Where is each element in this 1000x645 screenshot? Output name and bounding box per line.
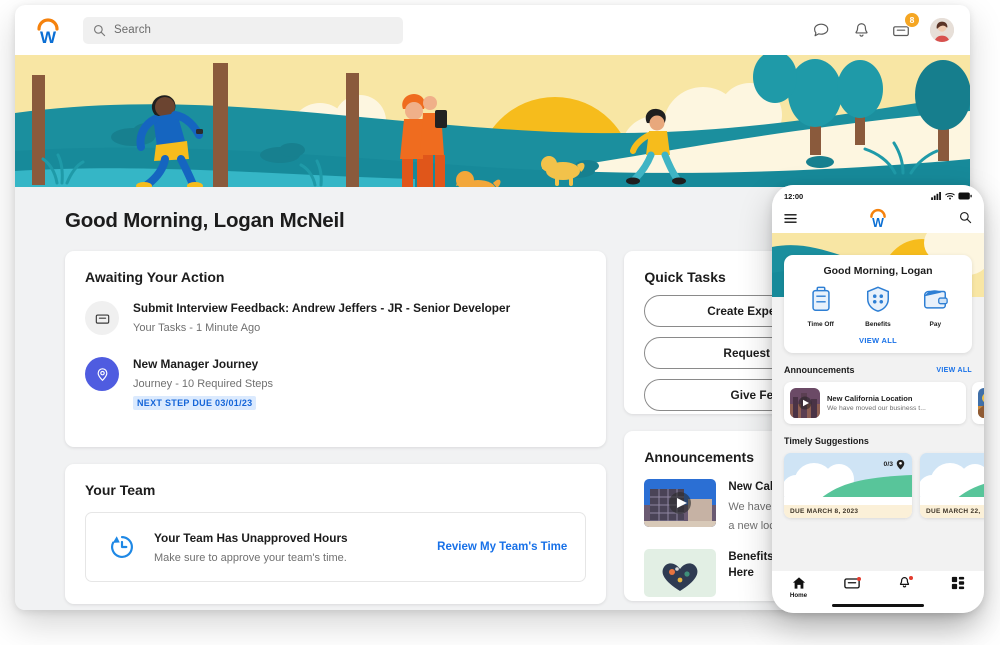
cellular-icon <box>931 192 941 200</box>
phone-announcements-header: Announcements VIEW ALL <box>784 365 972 375</box>
phone-tab-home[interactable]: Home <box>772 576 825 599</box>
suitcase-icon <box>811 286 830 311</box>
your-team-card: Your Team Your Team Has Unapproved Hours… <box>65 464 607 604</box>
phone-content: Good Morning, Logan Time Off Benefits Pa… <box>772 233 984 571</box>
suggestion-progress: 0/3 <box>884 459 905 470</box>
search-icon <box>93 24 106 36</box>
home-icon <box>792 577 805 589</box>
workday-w-logo[interactable]: W <box>29 13 67 47</box>
phone-greeting-card: Good Morning, Logan Time Off Benefits Pa… <box>784 255 972 353</box>
awaiting-your-action-card: Awaiting Your Action Submit Interview Fe… <box>65 251 607 447</box>
phone-announcements-title: Announcements <box>784 365 855 375</box>
clock-arrow-icon <box>104 529 140 565</box>
phone-tab-apps[interactable] <box>931 576 984 590</box>
phone-action-pay[interactable]: Pay <box>909 285 961 328</box>
awaiting-item-title: Submit Interview Feedback: Andrew Jeffer… <box>133 301 511 315</box>
suggestion-illustration: 0/3 <box>784 453 912 505</box>
phone-status-icons <box>931 192 972 200</box>
search-icon[interactable] <box>959 211 972 229</box>
top-bar: W Search 8 <box>15 5 970 55</box>
unapproved-hours-item[interactable]: Your Team Has Unapproved Hours Make sure… <box>85 512 587 582</box>
phone-status-bar: 12:00 <box>772 185 984 207</box>
svg-text:W: W <box>40 28 57 44</box>
phone-announcement-item[interactable] <box>972 382 984 424</box>
shield-icon <box>866 286 889 312</box>
city-video-thumb <box>790 388 820 418</box>
phone-announcements-view-all[interactable]: VIEW ALL <box>936 367 972 374</box>
battery-icon <box>958 192 972 200</box>
search-placeholder: Search <box>114 24 152 36</box>
suggestion-due-date: DUE MARCH 8, 2023 <box>784 505 912 518</box>
review-team-time-link[interactable]: Review My Team's Time <box>437 541 567 553</box>
phone-announcement-item[interactable]: New California Location We have moved ou… <box>784 382 966 424</box>
avatar[interactable] <box>930 18 954 42</box>
wifi-icon <box>945 192 955 200</box>
office-building-video-thumb <box>644 479 717 527</box>
suggestion-count: 0/3 <box>883 461 893 468</box>
hero-illustration <box>15 55 970 187</box>
awaiting-item-interview-feedback[interactable]: Submit Interview Feedback: Andrew Jeffer… <box>65 285 606 335</box>
phone-suggestions-list: 0/3 DUE MARCH 8, 2023 DUE MARCH 22, <box>784 453 984 518</box>
phone-tab-bar: Home <box>772 571 984 613</box>
heart-hands-thumb <box>644 548 717 597</box>
apps-grid-icon <box>951 576 964 590</box>
screen: W Search 8 Good Morning, Logan McNeil Aw… <box>0 0 1000 645</box>
phone-action-label: Benefits <box>865 321 891 328</box>
awaiting-title: Awaiting Your Action <box>85 269 225 285</box>
hamburger-menu-icon[interactable] <box>784 211 797 229</box>
phone-tab-inbox[interactable] <box>825 576 878 595</box>
bell-icon[interactable] <box>850 19 872 41</box>
top-bar-actions: 8 <box>810 12 954 42</box>
phone-suggestions-header: Timely Suggestions <box>784 436 972 446</box>
workday-w-logo[interactable]: W <box>867 207 889 233</box>
status-badge: NEXT STEP DUE 03/01/23 <box>133 395 257 410</box>
your-team-title: Your Team <box>85 482 156 498</box>
phone-action-time-off[interactable]: Time Off <box>795 285 847 328</box>
awaiting-item-title: New Manager Journey <box>133 357 259 371</box>
map-pin-icon <box>896 459 905 470</box>
inbox-icon[interactable]: 8 <box>890 12 920 41</box>
phone-tab-label: Home <box>789 592 808 599</box>
svg-text:W: W <box>872 216 884 228</box>
phone-announcement-title: New California Location <box>827 394 913 403</box>
phone-action-label: Pay <box>929 321 942 328</box>
chat-icon[interactable] <box>810 19 832 41</box>
inbox-badge-count: 8 <box>904 12 920 28</box>
phone-quick-actions: Time Off Benefits Pay <box>792 285 964 328</box>
photo-thumb <box>978 388 984 418</box>
unapproved-hours-subtitle: Make sure to approve your team's time. <box>154 551 347 564</box>
phone-action-label: Time Off <box>807 321 834 328</box>
inbox-unread-dot <box>856 577 861 581</box>
wallet-icon <box>924 290 949 309</box>
map-pin-icon <box>85 357 119 391</box>
phone-announcements-list: New California Location We have moved ou… <box>784 382 984 424</box>
phone-suggestion-card[interactable]: DUE MARCH 22, <box>920 453 984 518</box>
notifications-unread-dot <box>909 576 913 580</box>
phone-time: 12:00 <box>784 191 804 201</box>
suggestion-illustration <box>920 453 984 505</box>
phone-home-indicator <box>832 603 924 607</box>
awaiting-item-new-manager-journey[interactable]: New Manager Journey Journey - 10 Require… <box>65 335 606 411</box>
awaiting-item-subtitle: Your Tasks - 1 Minute Ago <box>133 321 261 334</box>
left-column: Awaiting Your Action Submit Interview Fe… <box>65 251 607 604</box>
phone-announcement-subtitle: We have moved our business t... <box>827 405 926 412</box>
page-title: Good Morning, Logan McNeil <box>65 209 345 232</box>
unapproved-hours-title: Your Team Has Unapproved Hours <box>154 530 348 545</box>
suggestion-due-date: DUE MARCH 22, <box>920 505 984 518</box>
phone-suggestions-title: Timely Suggestions <box>784 436 869 446</box>
phone-suggestion-card[interactable]: 0/3 DUE MARCH 8, 2023 <box>784 453 912 518</box>
phone-tab-notifications[interactable] <box>878 576 931 595</box>
phone-mockup: 12:00 W Good Morning, Logan Time Off Ben… <box>772 185 984 613</box>
search-input[interactable]: Search <box>83 16 403 44</box>
phone-view-all-link[interactable]: VIEW ALL <box>792 336 964 345</box>
inbox-icon <box>85 301 119 335</box>
awaiting-item-subtitle: Journey - 10 Required Steps <box>133 377 274 390</box>
phone-action-benefits[interactable]: Benefits <box>852 285 904 328</box>
phone-nav-bar: W <box>772 207 984 233</box>
phone-greeting: Good Morning, Logan <box>823 265 933 277</box>
